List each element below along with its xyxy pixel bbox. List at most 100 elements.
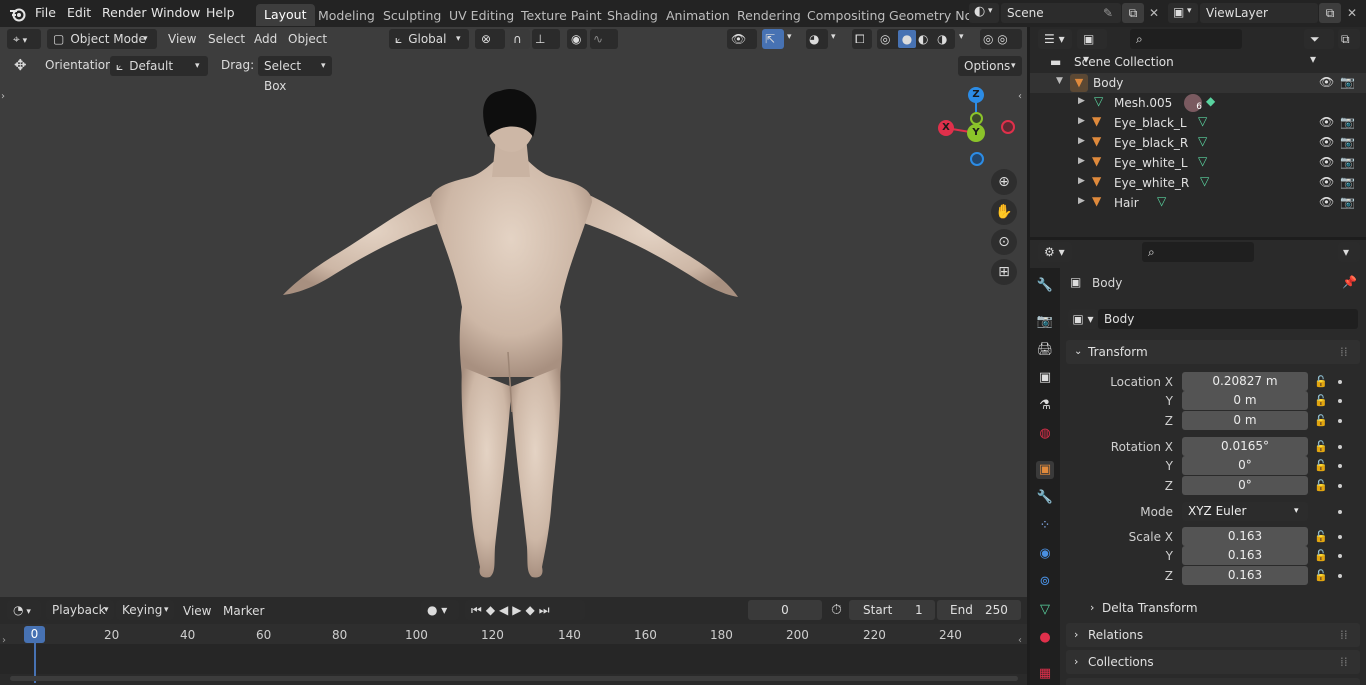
menu-file[interactable]: File (35, 5, 56, 20)
menu-help[interactable]: Help (206, 5, 235, 20)
jump-end-icon[interactable]: ⏭ (539, 603, 554, 617)
stopwatch-icon[interactable]: ⏱ (831, 602, 842, 618)
relations-section-header[interactable]: › Relations ⁞⁞ (1066, 623, 1360, 647)
toolbar-expand-icon[interactable]: › (1, 91, 5, 102)
object-tab-icon[interactable]: ▣ (1036, 461, 1054, 479)
rotation-mode-select[interactable]: XYZ Euler ▾ (1182, 502, 1308, 521)
properties-options-button[interactable]: ▾ (1338, 242, 1360, 262)
view-layer-tab-icon[interactable]: ▣ (1036, 369, 1054, 387)
lock-icon[interactable]: 🔓 (1314, 440, 1328, 453)
navigation-gizmo[interactable]: Z X Y (938, 87, 1018, 167)
new-scene-icon[interactable]: ⧉ (1122, 3, 1144, 23)
transform-section-header[interactable]: ⌄ Transform ⁞⁞ (1066, 340, 1360, 364)
material-tab-icon[interactable]: ● (1036, 629, 1054, 647)
pivot-point-button[interactable]: ⊗ (475, 29, 505, 49)
tab-animation[interactable]: Animation (658, 5, 738, 27)
render-tab-icon[interactable]: 📷 (1036, 313, 1054, 331)
keyframe-dot-icon[interactable] (1338, 535, 1342, 539)
tab-texture-paint[interactable]: Texture Paint (513, 5, 610, 27)
lock-icon[interactable]: 🔓 (1314, 459, 1328, 472)
menu-edit[interactable]: Edit (67, 5, 91, 20)
editor-type-button[interactable]: ⌖ ▾ (7, 29, 41, 49)
prev-keyframe-icon[interactable]: ◆ (486, 603, 499, 617)
expand-arrow-icon[interactable]: ▶ (1078, 136, 1085, 146)
keyframe-dot-icon[interactable] (1338, 399, 1342, 403)
new-collection-button[interactable]: ⧉ (1338, 29, 1360, 49)
overlays-toggle[interactable]: ◕ (806, 29, 828, 49)
outliner-item-eye-white-l[interactable]: ▶ ▼ Eye_white_L ▽ 👁 📷 (1030, 153, 1366, 173)
timeline-scrollbar[interactable] (10, 676, 1018, 681)
tool-tab-icon[interactable]: 🔧 (1036, 277, 1054, 295)
modifier-tab-icon[interactable]: 🔧 (1036, 489, 1054, 507)
outliner-search-input[interactable]: ⌕ (1130, 29, 1242, 49)
display-mode-button[interactable]: ▣ ▾ (1077, 29, 1107, 66)
playhead-frame-indicator[interactable]: 0 (24, 626, 45, 643)
location-x-field[interactable]: 0.20827 m (1182, 372, 1308, 391)
camera-render-icon[interactable]: 📷 (1340, 175, 1355, 189)
menu-view[interactable]: View (168, 32, 196, 46)
scene-tab-icon[interactable]: ⚗ (1036, 397, 1054, 415)
close-icon[interactable]: ✕ (1145, 3, 1163, 23)
xray-toggle[interactable]: ⧠ (852, 29, 872, 49)
lock-icon[interactable]: 🔓 (1314, 569, 1328, 582)
eye-icon[interactable]: 👁 (1319, 175, 1334, 189)
material-shading-icon[interactable]: ◐ (918, 29, 928, 49)
menu-select[interactable]: Select (208, 32, 245, 46)
object-browse-button[interactable]: ▣ ▾ (1068, 309, 1098, 329)
blender-logo-icon[interactable] (9, 6, 27, 22)
tab-modeling[interactable]: Modeling (310, 5, 383, 27)
location-y-field[interactable]: 0 m (1182, 391, 1308, 410)
camera-render-icon[interactable]: 📷 (1340, 75, 1355, 89)
scene-name-field[interactable]: Scene ✎ (1001, 3, 1121, 23)
expand-arrow-icon[interactable]: ▶ (1078, 116, 1085, 126)
outliner-scene-collection[interactable]: ▬ Scene Collection (1030, 53, 1366, 73)
expand-arrow-icon[interactable]: ▶ (1078, 176, 1085, 186)
filter-button[interactable]: ⏷ ▾ (1304, 29, 1334, 66)
scale-z-field[interactable]: 0.163 (1182, 566, 1308, 585)
view-layer-field[interactable]: ViewLayer (1200, 3, 1318, 23)
outliner-item-hair[interactable]: ▶ ▼ Hair ▽ 👁 📷 (1030, 193, 1366, 213)
object-name-field[interactable]: Body (1098, 309, 1358, 329)
tab-shading[interactable]: Shading (599, 5, 666, 27)
expand-right-icon[interactable]: ‹ (1018, 635, 1022, 646)
chevron-down-icon[interactable]: ▾ (831, 32, 836, 42)
rotation-y-field[interactable]: 0° (1182, 456, 1308, 475)
scale-x-field[interactable]: 0.163 (1182, 527, 1308, 546)
menu-object[interactable]: Object (288, 32, 327, 46)
play-reverse-icon[interactable]: ◀ (499, 603, 512, 617)
rendered-shading-icon[interactable]: ◑ (937, 29, 947, 49)
playback-menu[interactable]: Playback ▾ (46, 600, 114, 620)
timeline-menu-marker[interactable]: Marker (223, 604, 264, 618)
tab-uv-editing[interactable]: UV Editing (441, 5, 522, 27)
current-frame-field[interactable]: 0 (748, 600, 822, 620)
texture-tab-icon[interactable]: ▦ (1036, 665, 1054, 683)
tab-rendering[interactable]: Rendering (729, 5, 809, 27)
expand-left-icon[interactable]: › (2, 635, 6, 646)
outliner-item-body[interactable]: ▼ ▼ Body 👁 📷 (1030, 73, 1366, 93)
camera-render-icon[interactable]: 📷 (1340, 115, 1355, 129)
area-divider[interactable] (1030, 237, 1366, 240)
next-keyframe-icon[interactable]: ◆ (526, 603, 539, 617)
gizmo-x-axis[interactable]: X (938, 120, 954, 136)
delta-transform-subpanel[interactable]: › Delta Transform (1076, 597, 1358, 619)
keyframe-dot-icon[interactable] (1338, 510, 1342, 514)
keying-menu[interactable]: Keying ▾ (116, 600, 174, 620)
output-tab-icon[interactable]: 🖨 (1036, 341, 1054, 359)
play-icon[interactable]: ▶ (512, 603, 525, 617)
gizmo-toggle[interactable]: ⇱ (762, 29, 784, 49)
tab-compositing[interactable]: Compositing (799, 5, 893, 27)
move-tool-icon[interactable]: ✥ (14, 56, 27, 74)
scale-y-field[interactable]: 0.163 (1182, 546, 1308, 565)
rotation-x-field[interactable]: 0.0165° (1182, 437, 1308, 456)
snap-toggle[interactable]: ∩ (510, 29, 530, 49)
outliner-editor-type-button[interactable]: ☰ ▾ (1038, 29, 1072, 49)
close-icon[interactable]: ✕ (1343, 3, 1361, 23)
pin-icon[interactable]: 📌 (1342, 275, 1357, 289)
eye-icon[interactable]: 👁 (1319, 135, 1334, 149)
pin-icon[interactable]: ✎ (1103, 3, 1113, 23)
sidebar-expand-icon[interactable]: ‹ (1018, 91, 1022, 102)
snap-target-button[interactable]: ⊥ (532, 29, 560, 49)
lock-icon[interactable]: 🔓 (1314, 549, 1328, 562)
gizmo-neg-z-axis[interactable] (970, 152, 984, 166)
view-layer-browse-button[interactable]: ▣ ▾ (1168, 3, 1198, 23)
